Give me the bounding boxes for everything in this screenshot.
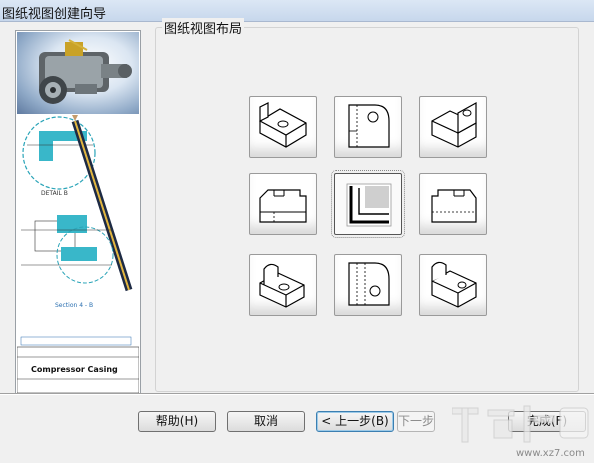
engineering-drawing-image: DETAIL B Section 4 - B Compressor Casing: [16, 115, 140, 394]
tile-side-left[interactable]: [334, 96, 402, 158]
front-view-icon: [259, 189, 307, 223]
tile-side-bottom[interactable]: [334, 254, 402, 316]
tile-iso-bottom-left[interactable]: [249, 254, 317, 316]
side-view-icon: [348, 104, 390, 148]
front-view-icon: [431, 189, 477, 223]
tile-front-right[interactable]: [419, 173, 487, 235]
tile-front-left[interactable]: [249, 173, 317, 235]
watermark-url: www.xz7.com: [516, 448, 585, 459]
section-label: Section 4 - B: [55, 302, 93, 309]
tile-center-section[interactable]: [331, 170, 405, 238]
part-render-image: [17, 32, 139, 114]
iso-view-icon: [431, 101, 477, 148]
help-button[interactable]: 帮助(H): [138, 411, 216, 432]
iso-view-icon: [431, 261, 477, 308]
section-view-icon: [346, 183, 392, 227]
cancel-button[interactable]: 取消: [227, 411, 305, 432]
back-button[interactable]: < 上一步(B): [316, 411, 394, 432]
layout-group-label: 图纸视图布局: [162, 18, 245, 37]
layout-groupbox: 图纸视图布局: [155, 18, 579, 392]
side-view-icon: [348, 262, 390, 306]
iso-view-icon: [259, 263, 305, 308]
next-button[interactable]: 下一步: [397, 411, 435, 432]
detail-label: DETAIL B: [41, 190, 68, 197]
window-title: 图纸视图创建向导: [2, 7, 107, 22]
title-block-text: Compressor Casing: [31, 365, 118, 374]
button-separator: [0, 393, 594, 395]
iso-view-icon: [259, 102, 307, 148]
tile-iso-top-left[interactable]: [249, 96, 317, 158]
title-bar: 图纸视图创建向导: [0, 0, 594, 22]
tile-iso-right[interactable]: [419, 96, 487, 158]
tile-iso-bottom-right[interactable]: [419, 254, 487, 316]
side-image-panel: DETAIL B Section 4 - B Compressor Casing: [15, 30, 141, 395]
